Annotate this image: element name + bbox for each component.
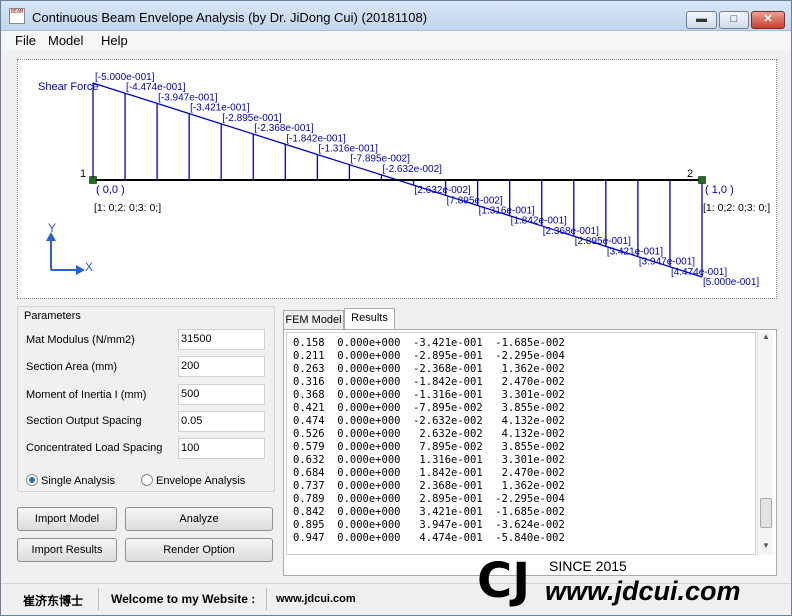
- results-row: 0.368 0.000e+000 -1.316e-001 3.301e-002: [293, 389, 565, 401]
- tab-fem-model[interactable]: FEM Model: [283, 310, 344, 330]
- menu-bar: File Model Help: [1, 31, 791, 51]
- node-2-label: 2: [687, 168, 693, 180]
- diagram-title: Shear Force: [38, 81, 99, 93]
- app-icon: BEAM: [9, 8, 25, 24]
- section-area-label: Section Area (mm): [26, 361, 118, 373]
- node-2-coord: ( 1,0 ): [705, 184, 734, 196]
- logo-url: www.jdcui.com: [545, 576, 741, 606]
- scroll-thumb[interactable]: [760, 498, 772, 528]
- results-row: 0.789 0.000e+000 2.895e-001 -2.295e-004: [293, 493, 565, 505]
- import-model-button[interactable]: Import Model: [17, 507, 117, 531]
- single-analysis-label: Single Analysis: [41, 475, 115, 487]
- node-1-dof: [1: 0;2: 0;3: 0;]: [94, 202, 161, 214]
- results-row: 0.895 0.000e+000 3.947e-001 -3.624e-002: [293, 519, 565, 531]
- single-analysis-radio[interactable]: Single Analysis: [26, 474, 115, 487]
- title-bar: BEAM Continuous Beam Envelope Analysis (…: [1, 1, 791, 31]
- envelope-analysis-radio[interactable]: Envelope Analysis: [141, 474, 245, 487]
- results-row: 0.842 0.000e+000 3.421e-001 -1.685e-002: [293, 506, 565, 518]
- node-1-marker: [89, 176, 97, 184]
- results-row: 0.632 0.000e+000 1.316e-001 3.301e-002: [293, 454, 565, 466]
- shear-value-label: [-2.632e-002]: [382, 164, 442, 175]
- concentrated-load-spacing-input[interactable]: 100: [178, 438, 265, 459]
- results-scrollbar[interactable]: ▲ ▼: [757, 332, 773, 555]
- node-2-dof: [1: 0;2: 0;3: 0;]: [703, 202, 770, 214]
- status-separator: [266, 588, 267, 610]
- results-row: 0.684 0.000e+000 1.842e-001 2.470e-002: [293, 467, 565, 479]
- mat-modulus-input[interactable]: 31500: [178, 329, 265, 350]
- results-row: 0.263 0.000e+000 -2.368e-001 1.362e-002: [293, 363, 565, 375]
- status-author: 崔济东博士: [23, 594, 84, 608]
- node-1-label: 1: [80, 168, 86, 180]
- import-results-button[interactable]: Import Results: [17, 538, 117, 562]
- jdcui-logo: CJ SINCE 2015 www.jdcui.com: [477, 553, 741, 609]
- radio-unselected-icon: [141, 474, 153, 486]
- logo-since: SINCE 2015: [549, 558, 627, 574]
- maximize-button[interactable]: □: [719, 11, 749, 29]
- menu-help[interactable]: Help: [101, 33, 128, 48]
- tab-results[interactable]: Results: [344, 308, 395, 330]
- axis-y-label: Y: [48, 221, 56, 235]
- concentrated-load-spacing-label: Concentrated Load Spacing: [26, 442, 163, 454]
- status-separator: [98, 588, 99, 610]
- minimize-button[interactable]: ▬: [686, 11, 717, 29]
- parameters-group: Parameters Mat Modulus (N/mm2) 31500 Sec…: [17, 306, 275, 492]
- scroll-up-icon[interactable]: ▲: [758, 332, 774, 346]
- axis-x-label: X: [85, 260, 93, 274]
- results-row: 0.579 0.000e+000 7.895e-002 3.855e-002: [293, 441, 565, 453]
- shear-force-diagram: [-5.000e-001][-4.474e-001][-3.947e-001][…: [38, 72, 770, 288]
- moment-of-inertia-input[interactable]: 500: [178, 384, 265, 405]
- section-area-input[interactable]: 200: [178, 356, 265, 377]
- menu-file[interactable]: File: [15, 33, 36, 48]
- moment-of-inertia-label: Moment of Inertia I (mm): [26, 389, 147, 401]
- results-row: 0.474 0.000e+000 -2.632e-002 4.132e-002: [293, 415, 565, 427]
- section-output-spacing-input[interactable]: 0.05: [178, 411, 265, 432]
- results-text[interactable]: 0.158 0.000e+000 -3.421e-001 -1.685e-002…: [286, 332, 756, 555]
- node-1-coord: ( 0,0 ): [96, 184, 125, 196]
- results-row: 0.211 0.000e+000 -2.895e-001 -2.295e-004: [293, 350, 565, 362]
- results-row: 0.947 0.000e+000 4.474e-001 -5.840e-002: [293, 532, 565, 544]
- radio-selected-icon: [26, 474, 38, 486]
- results-row: 0.158 0.000e+000 -3.421e-001 -1.685e-002: [293, 337, 565, 349]
- results-row: 0.316 0.000e+000 -1.842e-001 2.470e-002: [293, 376, 565, 388]
- menu-model[interactable]: Model: [48, 33, 83, 48]
- app-window: BEAM Continuous Beam Envelope Analysis (…: [0, 0, 792, 616]
- mat-modulus-label: Mat Modulus (N/mm2): [26, 334, 135, 346]
- status-welcome: Welcome to my Website :: [111, 592, 256, 606]
- analyze-button[interactable]: Analyze: [125, 507, 273, 531]
- results-row: 0.737 0.000e+000 2.368e-001 1.362e-002: [293, 480, 565, 492]
- window-title: Continuous Beam Envelope Analysis (by Dr…: [32, 10, 428, 25]
- diagram-canvas[interactable]: [-5.000e-001] [-4.474e-001] [-3.947e-001][…: [17, 59, 777, 299]
- results-row: 0.526 0.000e+000 2.632e-002 4.132e-002: [293, 428, 565, 440]
- x-axis-arrowhead: [76, 265, 85, 275]
- section-output-spacing-label: Section Output Spacing: [26, 415, 142, 427]
- results-row: 0.421 0.000e+000 -7.895e-002 3.855e-002: [293, 402, 565, 414]
- node-2-marker: [698, 176, 706, 184]
- shear-value-label: [5.000e-001]: [703, 277, 759, 288]
- status-website[interactable]: www.jdcui.com: [276, 593, 356, 605]
- close-button[interactable]: ✕: [751, 11, 785, 29]
- results-panel: 0.158 0.000e+000 -3.421e-001 -1.685e-002…: [283, 329, 777, 576]
- logo-mark: CJ: [477, 553, 530, 609]
- parameters-title: Parameters: [24, 310, 81, 322]
- render-option-button[interactable]: Render Option: [125, 538, 273, 562]
- envelope-analysis-label: Envelope Analysis: [156, 475, 246, 487]
